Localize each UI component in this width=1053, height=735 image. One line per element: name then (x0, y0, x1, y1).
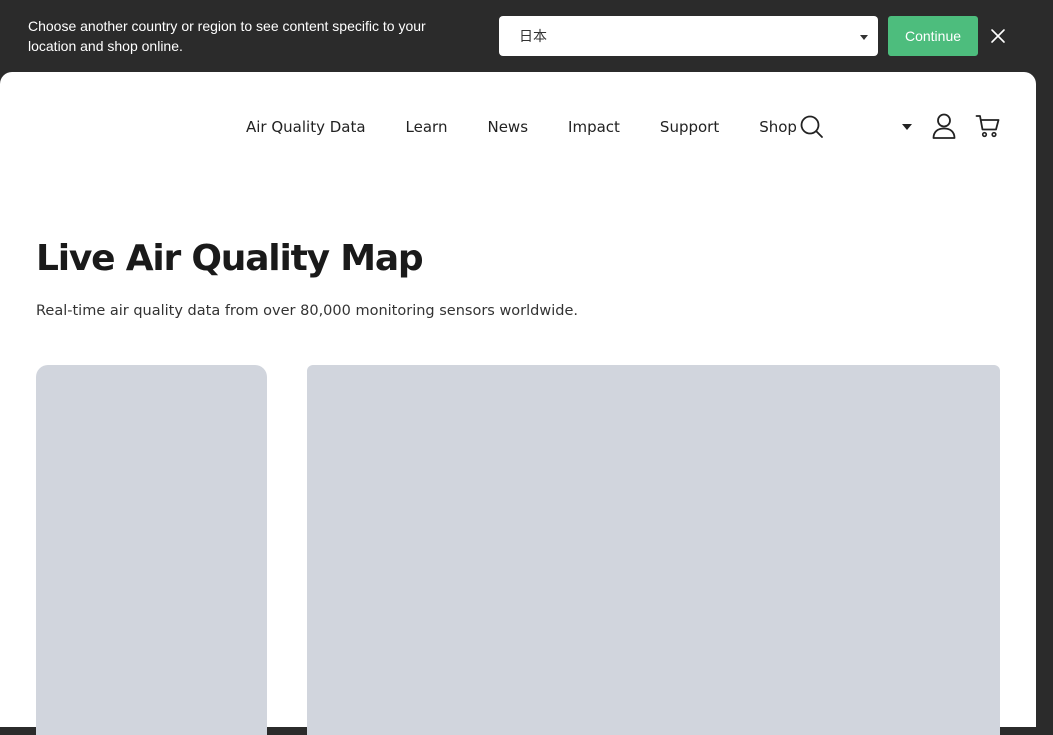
chevron-down-icon[interactable] (902, 124, 912, 130)
nav-item-impact[interactable]: Impact (568, 118, 620, 136)
region-select-value: 日本 (519, 29, 547, 45)
region-banner-message: Choose another country or region to see … (28, 18, 426, 54)
page-title: Live Air Quality Map (36, 238, 424, 279)
search-icon[interactable] (799, 114, 825, 140)
main-nav: Air Quality Data Learn News Impact Suppo… (246, 115, 797, 139)
chevron-down-icon (860, 35, 868, 40)
region-banner: Choose another country or region to see … (0, 0, 1053, 80)
region-select[interactable]: 日本 (499, 16, 878, 56)
nav-item-learn[interactable]: Learn (406, 118, 448, 136)
close-icon[interactable] (988, 26, 1008, 46)
page-card: Air Quality Data Learn News Impact Suppo… (0, 72, 1036, 735)
continue-button[interactable]: Continue (888, 16, 978, 56)
sidebar-loading-placeholder (36, 365, 267, 735)
nav-item-news[interactable]: News (487, 118, 528, 136)
nav-item-shop[interactable]: Shop (759, 118, 797, 136)
account-icon[interactable] (931, 112, 957, 140)
nav-item-air-quality-data[interactable]: Air Quality Data (246, 118, 366, 136)
map-loading-placeholder (307, 365, 1000, 735)
page-subtitle: Real-time air quality data from over 80,… (36, 303, 578, 319)
nav-item-support[interactable]: Support (660, 118, 719, 136)
cart-icon[interactable] (975, 113, 1001, 139)
